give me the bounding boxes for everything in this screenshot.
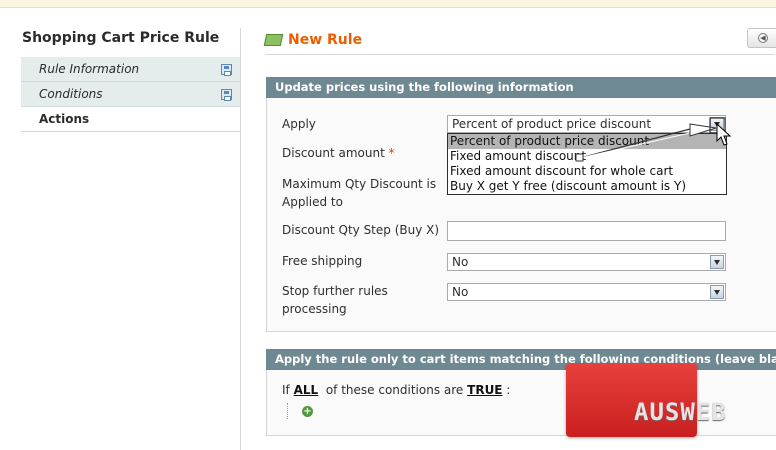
ausweb-logo-text: AUSWEB — [634, 398, 727, 426]
mouse-cursor-icon — [716, 122, 732, 146]
callout-arrow — [575, 117, 726, 162]
